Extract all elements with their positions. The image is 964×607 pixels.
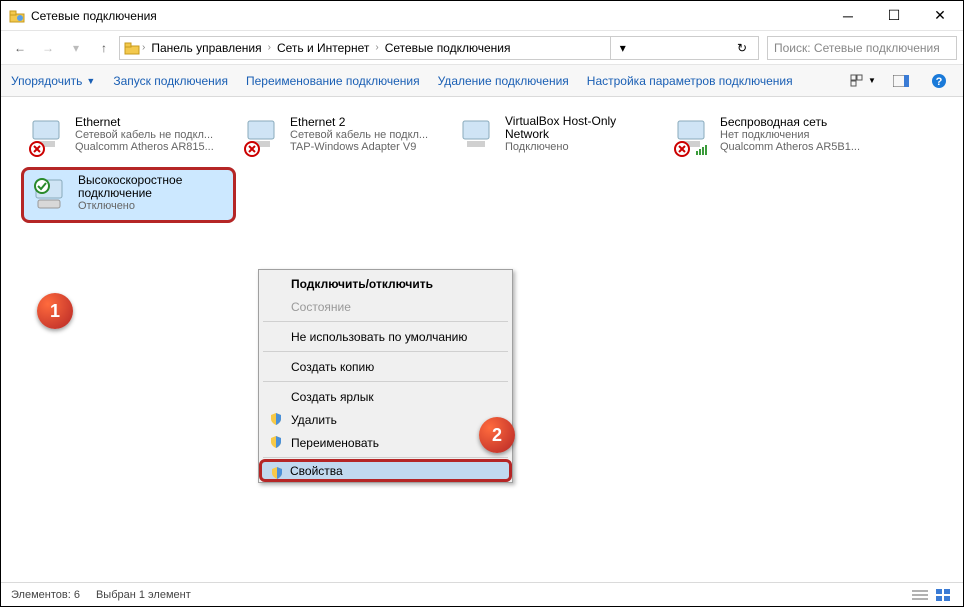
maximize-button[interactable]: ☐ bbox=[871, 1, 917, 31]
status-bar: Элементов: 6 Выбран 1 элемент bbox=[1, 582, 963, 606]
connection-device: Qualcomm Atheros AR5B1... bbox=[720, 141, 860, 153]
address-bar: ← → ▾ ↑ › Панель управления › Сеть и Инт… bbox=[1, 31, 963, 65]
chevron-right-icon[interactable]: › bbox=[375, 42, 378, 53]
recent-dropdown[interactable]: ▾ bbox=[63, 35, 89, 61]
cm-status: Состояние bbox=[261, 295, 510, 318]
wireless-icon bbox=[672, 115, 714, 157]
status-element-count: Элементов: 6 bbox=[11, 589, 80, 601]
cm-separator bbox=[263, 321, 508, 322]
connection-name: Ethernet 2 bbox=[290, 115, 428, 129]
preview-pane-button[interactable] bbox=[887, 70, 915, 92]
search-input[interactable]: Поиск: Сетевые подключения bbox=[767, 36, 957, 60]
chevron-right-icon[interactable]: › bbox=[142, 42, 145, 53]
crumb-network-internet[interactable]: Сеть и Интернет bbox=[273, 39, 373, 57]
cm-connect-disconnect[interactable]: Подключить/отключить bbox=[261, 272, 510, 295]
dialup-icon bbox=[30, 174, 72, 216]
minimize-button[interactable]: ─ bbox=[825, 1, 871, 31]
callout-2: 2 bbox=[479, 417, 515, 453]
cm-properties[interactable]: Свойства bbox=[259, 459, 512, 482]
network-folder-icon bbox=[124, 40, 140, 56]
help-button[interactable]: ? bbox=[925, 70, 953, 92]
start-connection-button[interactable]: Запуск подключения bbox=[113, 74, 228, 88]
connection-name: Ethernet bbox=[75, 115, 214, 129]
cm-separator bbox=[263, 457, 508, 458]
context-menu: Подключить/отключить Состояние Не исполь… bbox=[258, 269, 513, 483]
dropdown-button[interactable]: ▾ bbox=[610, 36, 634, 60]
connection-name: Высокоскоростное подключение bbox=[78, 174, 227, 200]
organize-menu[interactable]: Упорядочить ▼ bbox=[11, 74, 95, 88]
breadcrumb[interactable]: › Панель управления › Сеть и Интернет › … bbox=[119, 36, 759, 60]
chevron-right-icon[interactable]: › bbox=[268, 42, 271, 53]
close-button[interactable]: ✕ bbox=[917, 1, 963, 31]
crumb-network-connections[interactable]: Сетевые подключения bbox=[381, 39, 515, 57]
details-view-button[interactable] bbox=[911, 588, 929, 602]
cm-create-shortcut[interactable]: Создать ярлык bbox=[261, 385, 510, 408]
network-folder-icon bbox=[9, 8, 25, 24]
refresh-button[interactable]: ↻ bbox=[730, 36, 754, 60]
window-title: Сетевые подключения bbox=[31, 9, 825, 23]
cm-create-copy[interactable]: Создать копию bbox=[261, 355, 510, 378]
content-area: Ethernet Сетевой кабель не подкл... Qual… bbox=[1, 97, 963, 582]
connection-ethernet[interactable]: Ethernet Сетевой кабель не подкл... Qual… bbox=[21, 111, 236, 161]
connection-virtualbox[interactable]: VirtualBox Host-Only Network Подключено bbox=[451, 111, 666, 161]
connection-device: TAP-Windows Adapter V9 bbox=[290, 141, 428, 153]
connection-name: VirtualBox Host-Only Network bbox=[505, 115, 660, 141]
connection-status: Подключено bbox=[505, 141, 660, 153]
connection-status: Сетевой кабель не подкл... bbox=[75, 129, 214, 141]
connection-status: Нет подключения bbox=[720, 129, 860, 141]
rename-connection-button[interactable]: Переименование подключения bbox=[246, 74, 420, 88]
callout-1: 1 bbox=[37, 293, 73, 329]
connection-status: Сетевой кабель не подкл... bbox=[290, 129, 428, 141]
cm-not-default[interactable]: Не использовать по умолчанию bbox=[261, 325, 510, 348]
ethernet-icon bbox=[27, 115, 69, 157]
crumb-control-panel[interactable]: Панель управления bbox=[147, 39, 265, 57]
cm-separator bbox=[263, 381, 508, 382]
connection-device: Qualcomm Atheros AR815... bbox=[75, 141, 214, 153]
cm-rename[interactable]: Переименовать bbox=[261, 431, 510, 454]
connection-settings-button[interactable]: Настройка параметров подключения bbox=[587, 74, 793, 88]
toolbar: Упорядочить ▼ Запуск подключения Переиме… bbox=[1, 65, 963, 97]
ethernet-icon bbox=[457, 115, 499, 157]
shield-icon bbox=[269, 412, 283, 426]
cm-delete[interactable]: Удалить bbox=[261, 408, 510, 431]
ethernet-icon bbox=[242, 115, 284, 157]
back-button[interactable]: ← bbox=[7, 35, 33, 61]
shield-icon bbox=[270, 466, 284, 480]
cm-separator bbox=[263, 351, 508, 352]
svg-text:?: ? bbox=[936, 76, 943, 88]
large-icons-view-button[interactable] bbox=[935, 588, 953, 602]
forward-button: → bbox=[35, 35, 61, 61]
connection-ethernet2[interactable]: Ethernet 2 Сетевой кабель не подкл... TA… bbox=[236, 111, 451, 161]
search-placeholder: Поиск: Сетевые подключения bbox=[774, 41, 940, 55]
network-connections-window: Сетевые подключения ─ ☐ ✕ ← → ▾ ↑ › Пане… bbox=[1, 1, 963, 606]
up-button[interactable]: ↑ bbox=[91, 35, 117, 61]
connection-broadband[interactable]: Высокоскоростное подключение Отключено bbox=[21, 167, 236, 223]
view-options-button[interactable]: ▼ bbox=[849, 70, 877, 92]
delete-connection-button[interactable]: Удаление подключения bbox=[438, 74, 569, 88]
shield-icon bbox=[269, 435, 283, 449]
connection-wireless[interactable]: Беспроводная сеть Нет подключения Qualco… bbox=[666, 111, 881, 161]
status-selected-count: Выбран 1 элемент bbox=[96, 589, 191, 601]
connection-status: Отключено bbox=[78, 200, 227, 212]
connection-name: Беспроводная сеть bbox=[720, 115, 860, 129]
titlebar: Сетевые подключения ─ ☐ ✕ bbox=[1, 1, 963, 31]
